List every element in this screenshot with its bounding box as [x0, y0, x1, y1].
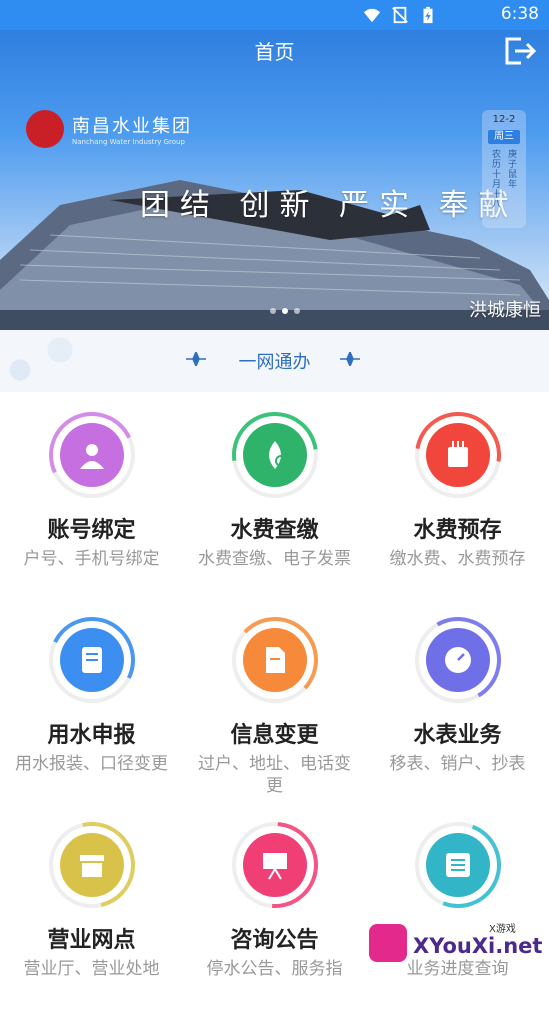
logo-en-text: Nanchang Water Industry Group	[72, 138, 185, 146]
water-meter-icon	[445, 647, 471, 673]
tile-icon-disc	[60, 423, 124, 487]
tile-subtitle: 用水报装、口径变更	[15, 754, 168, 774]
section-header: 一网通办	[0, 330, 549, 392]
carousel-dot[interactable]	[270, 308, 276, 314]
info-change-icon	[266, 647, 285, 673]
service-tile[interactable]: 咨询公告停水公告、服务指	[183, 804, 366, 1015]
tile-icon-disc	[426, 628, 490, 692]
section-title: 一网通办	[238, 352, 311, 373]
battery-charging-icon	[423, 6, 433, 24]
service-tile[interactable]: 信息变更过户、地址、电话变更	[183, 605, 366, 810]
tile-subtitle: 停水公告、服务指	[206, 959, 343, 979]
wifi-icon	[363, 8, 381, 23]
calendar-widget: 12-2 周三 农历十月十八 庚子鼠年	[482, 110, 526, 228]
logo-mark-icon	[26, 110, 64, 148]
tile-title: 信息变更	[230, 723, 319, 748]
service-tile[interactable]: 营业网点营业厅、营业处地	[0, 805, 183, 1015]
tile-icon-disc	[426, 423, 490, 487]
banner-slogan: 团结 创新 严实 奉献	[140, 188, 519, 223]
service-tile[interactable]: 账号绑定户号、手机号绑定	[0, 399, 183, 605]
status-bar: 6:38	[0, 0, 549, 30]
announcement-icon	[263, 853, 287, 880]
tile-title: 水表业务	[413, 723, 502, 748]
tile-icon-disc	[60, 833, 124, 897]
calendar-lunar: 农历十月十八	[492, 150, 502, 210]
carousel-dots[interactable]	[270, 308, 300, 314]
tile-title: 用水申报	[47, 723, 136, 748]
ornament-right-icon	[340, 352, 360, 366]
account-bind-icon	[80, 444, 104, 469]
no-sim-icon	[392, 6, 408, 24]
site-watermark: X游戏 XYouXi.net	[369, 920, 543, 972]
app-bar: 首页	[0, 30, 549, 74]
tile-title: 水费查缴	[230, 518, 319, 543]
tile-icon-disc	[243, 628, 307, 692]
calendar-date: 12-2	[492, 114, 516, 125]
tile-icon-disc	[426, 833, 490, 897]
service-outlet-icon	[80, 855, 104, 877]
watermark-logo-icon	[369, 924, 407, 962]
logout-icon[interactable]	[503, 36, 537, 66]
tile-icon-disc	[243, 833, 307, 897]
tile-title: 咨询公告	[230, 928, 319, 953]
service-tile[interactable]: 用水申报用水报装、口径变更	[0, 605, 183, 810]
watermark-text: XYouXi.net	[413, 934, 543, 958]
tile-subtitle: 水费查缴、电子发票	[198, 549, 351, 569]
water-fee-prepay-icon	[448, 441, 468, 467]
service-tile[interactable]: 水费查缴水费查缴、电子发票	[183, 394, 366, 605]
logo-cn-text: 南昌水业集团	[72, 116, 192, 137]
water-fee-query-icon	[269, 441, 287, 469]
tile-icon-disc	[243, 423, 307, 487]
tile-title: 水费预存	[413, 518, 502, 543]
water-apply-icon	[82, 647, 102, 673]
service-tile[interactable]: 业务进度查询	[366, 808, 549, 1015]
tile-subtitle: 过户、地址、电话变更	[198, 754, 351, 796]
carousel-dot[interactable]	[294, 308, 300, 314]
progress-list-icon	[446, 853, 470, 877]
tile-icon-disc	[60, 628, 124, 692]
service-tile[interactable]: 水费预存缴水费、水费预存	[366, 394, 549, 605]
watermark-top-text: X游戏	[489, 924, 516, 935]
status-time: 6:38	[500, 4, 539, 24]
tile-title: 营业网点	[47, 928, 136, 953]
company-logo: 南昌水业集团 Nanchang Water Industry Group	[26, 110, 192, 148]
service-tile[interactable]: 水表业务移表、销户、抄表	[366, 605, 549, 810]
tile-subtitle: 户号、手机号绑定	[23, 549, 160, 569]
home-banner[interactable]: 南昌水业集团 Nanchang Water Industry Group 团结 …	[0, 30, 549, 330]
calendar-weekday: 周三	[488, 130, 520, 144]
calendar-year: 庚子鼠年	[508, 150, 518, 190]
banner-caption: 洪城康恒	[469, 300, 541, 321]
tile-subtitle: 移表、销户、抄表	[389, 754, 526, 774]
tile-title: 账号绑定	[47, 518, 136, 543]
carousel-dot[interactable]	[282, 308, 288, 314]
tile-subtitle: 营业厅、营业处地	[23, 959, 160, 979]
page-title: 首页	[254, 40, 295, 64]
tile-subtitle: 缴水费、水费预存	[389, 549, 526, 569]
